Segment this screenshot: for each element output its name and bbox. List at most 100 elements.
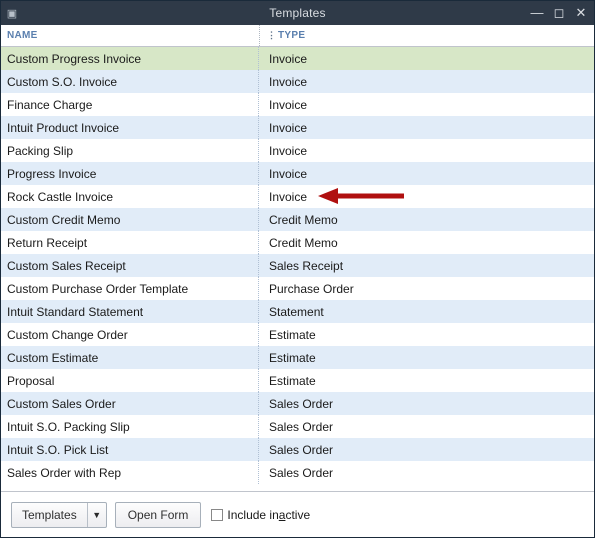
cell-type: Sales Order [259, 420, 594, 434]
cell-name: Sales Order with Rep [1, 461, 259, 484]
titlebar: ▣ Templates — ◻ ✕ [1, 1, 594, 25]
cell-name-text: Custom Progress Invoice [7, 52, 141, 66]
templates-window: ▣ Templates — ◻ ✕ NAME ⋮ TYPE Custom Pro… [0, 0, 595, 538]
cell-type: Sales Order [259, 397, 594, 411]
include-inactive-label: Include inactive [227, 508, 310, 522]
footer-bar: Templates ▼ Open Form Include inactive [1, 491, 594, 537]
table-row[interactable]: Custom Sales Receipt Sales Receipt [1, 254, 594, 277]
table-row[interactable]: Custom Progress Invoice Invoice [1, 47, 594, 70]
cell-name-text: Custom Estimate [7, 351, 98, 365]
maximize-button[interactable]: ◻ [550, 5, 568, 21]
cell-name: Intuit S.O. Pick List [1, 438, 259, 461]
table-row[interactable]: Progress Invoice Invoice [1, 162, 594, 185]
include-inactive-checkbox[interactable]: Include inactive [211, 508, 310, 522]
cell-name-text: Custom Purchase Order Template [7, 282, 188, 296]
cell-type: Estimate [259, 328, 594, 342]
table-row[interactable]: Custom Estimate Estimate [1, 346, 594, 369]
cell-type: Credit Memo [259, 236, 594, 250]
cell-type: Invoice [259, 167, 594, 181]
column-splitter-icon[interactable]: ⋮ [267, 30, 275, 41]
cell-type-text: Invoice [269, 167, 307, 181]
table-row[interactable]: Custom S.O. Invoice Invoice [1, 70, 594, 93]
table-row[interactable]: Intuit S.O. Pick List Sales Order [1, 438, 594, 461]
cell-type: Sales Receipt [259, 259, 594, 273]
cell-type: Invoice [259, 144, 594, 158]
cell-name: Return Receipt [1, 231, 259, 254]
cell-name: Custom Progress Invoice [1, 47, 259, 70]
columns-header: NAME ⋮ TYPE [1, 25, 594, 47]
table-row[interactable]: Sales Order with Rep Sales Order [1, 461, 594, 484]
table-row[interactable]: Finance Charge Invoice [1, 93, 594, 116]
cell-name: Packing Slip [1, 139, 259, 162]
cell-name-text: Intuit S.O. Packing Slip [7, 420, 130, 434]
close-button[interactable]: ✕ [572, 5, 590, 21]
cell-type-text: Invoice [269, 98, 307, 112]
cell-name-text: Intuit S.O. Pick List [7, 443, 108, 457]
cell-name: Custom Estimate [1, 346, 259, 369]
column-header-name-label: NAME [7, 30, 38, 41]
table-row[interactable]: Proposal Estimate [1, 369, 594, 392]
cell-type: Invoice [259, 121, 594, 135]
table-row[interactable]: Custom Credit MemoCredit Memo [1, 208, 594, 231]
window-title: Templates [1, 6, 594, 20]
cell-name: Intuit Standard Statement [1, 300, 259, 323]
table-row[interactable]: Custom Sales Order Sales Order [1, 392, 594, 415]
table-row[interactable]: Intuit Product InvoiceInvoice [1, 116, 594, 139]
cell-type-text: Invoice [269, 52, 307, 66]
cell-name-text: Proposal [7, 374, 54, 388]
cell-name: Custom Change Order [1, 323, 259, 346]
column-header-name[interactable]: NAME [1, 30, 259, 41]
cell-name-text: Custom Sales Receipt [7, 259, 126, 273]
cell-name: Progress Invoice [1, 162, 259, 185]
cell-name: Custom Sales Receipt [1, 254, 259, 277]
cell-type-text: Invoice [269, 75, 307, 89]
cell-type-text: Estimate [269, 351, 316, 365]
cell-name-text: Rock Castle Invoice [7, 190, 113, 204]
cell-name-text: Progress Invoice [7, 167, 96, 181]
cell-type-text: Sales Order [269, 420, 333, 434]
cell-name-text: Finance Charge [7, 98, 92, 112]
open-form-button[interactable]: Open Form [115, 502, 202, 528]
column-header-type[interactable]: ⋮ TYPE [259, 25, 594, 46]
cell-type-text: Sales Order [269, 443, 333, 457]
table-row[interactable]: Intuit Standard Statement Statement [1, 300, 594, 323]
cell-type-text: Estimate [269, 328, 316, 342]
table-row[interactable]: Intuit S.O. Packing Slip Sales Order [1, 415, 594, 438]
cell-type-text: Invoice [269, 190, 307, 204]
cell-type: Invoice [259, 190, 594, 204]
cell-type: Estimate [259, 374, 594, 388]
cell-name-text: Return Receipt [7, 236, 87, 250]
table-row[interactable]: Custom Change Order Estimate [1, 323, 594, 346]
cell-type: Invoice [259, 75, 594, 89]
cell-type: Invoice [259, 52, 594, 66]
cell-name: Custom Sales Order [1, 392, 259, 415]
cell-type-text: Sales Receipt [269, 259, 343, 273]
cell-name-text: Custom Sales Order [7, 397, 116, 411]
minimize-button[interactable]: — [528, 5, 546, 21]
table-row[interactable]: Packing Slip Invoice [1, 139, 594, 162]
table-row[interactable]: Rock Castle Invoice Invoice [1, 185, 594, 208]
window-menu-icon[interactable]: ▣ [1, 7, 23, 20]
table-row[interactable]: Return Receipt Credit Memo [1, 231, 594, 254]
table-row[interactable]: Custom Purchase Order Template Purchase O… [1, 277, 594, 300]
cell-name-text: Intuit Standard Statement [7, 305, 143, 319]
chevron-down-icon[interactable]: ▼ [88, 510, 106, 520]
window-controls: — ◻ ✕ [528, 1, 590, 25]
cell-name-text: Packing Slip [7, 144, 73, 158]
cell-type-text: Credit Memo [269, 236, 338, 250]
cell-type-text: Statement [269, 305, 324, 319]
cell-type-text: Purchase Order [269, 282, 354, 296]
cell-type: Statement [259, 305, 594, 319]
cell-type: Sales Order [259, 466, 594, 480]
templates-menu-button[interactable]: Templates ▼ [11, 502, 107, 528]
cell-type-text: Sales Order [269, 466, 333, 480]
cell-name: Proposal [1, 369, 259, 392]
cell-type-text: Credit Memo [269, 213, 338, 227]
templates-menu-button-label: Templates [12, 503, 88, 527]
checkbox-box[interactable] [211, 509, 223, 521]
templates-grid[interactable]: Custom Progress InvoiceInvoiceCustom S.O… [1, 47, 594, 491]
cell-name: Custom S.O. Invoice [1, 70, 259, 93]
cell-type: Sales Order [259, 443, 594, 457]
cell-name-text: Custom Change Order [7, 328, 128, 342]
cell-name: Custom Purchase Order Template [1, 277, 259, 300]
